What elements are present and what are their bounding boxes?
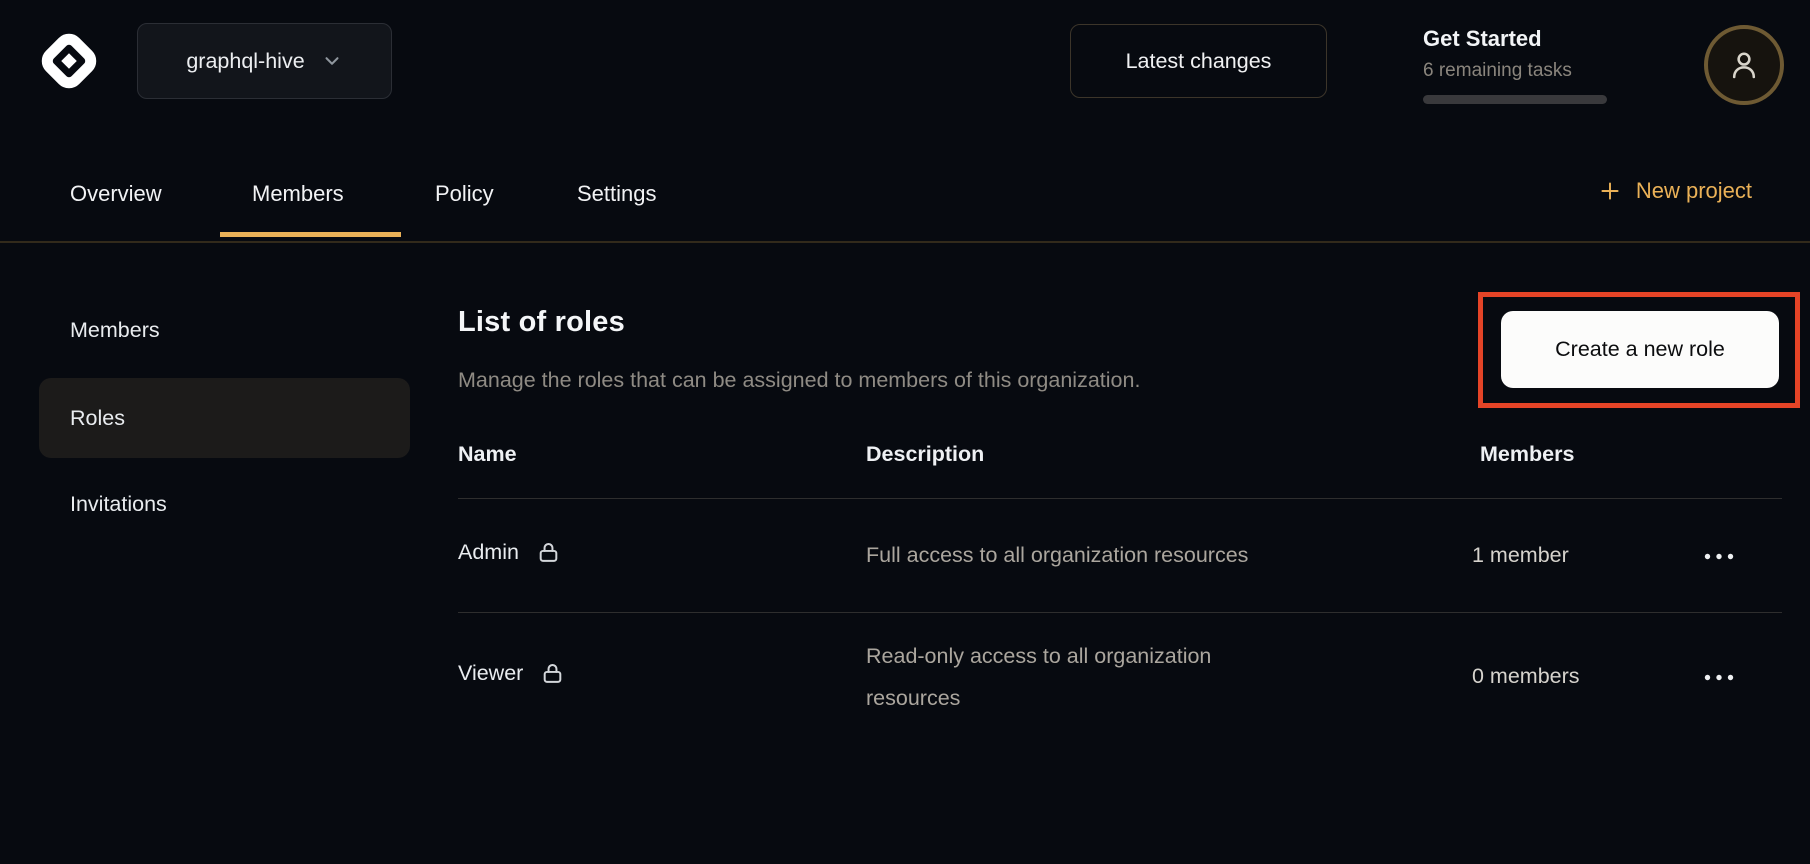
page-title: List of roles <box>458 306 625 339</box>
latest-changes-button[interactable]: Latest changes <box>1070 24 1327 98</box>
row-menu-button[interactable] <box>1700 662 1738 692</box>
ellipsis-icon <box>1703 673 1735 682</box>
get-started-progress-bar <box>1423 95 1607 104</box>
user-icon <box>1725 46 1763 84</box>
page-description: Manage the roles that can be assigned to… <box>458 368 1140 393</box>
tab-members[interactable]: Members <box>252 181 344 207</box>
get-started-title: Get Started <box>1423 26 1623 52</box>
lock-icon <box>536 540 561 565</box>
new-project-label: New project <box>1636 178 1752 204</box>
column-header-name: Name <box>458 442 517 467</box>
lock-icon <box>540 661 565 686</box>
table-row-role-name: Viewer <box>458 661 565 686</box>
tab-settings[interactable]: Settings <box>577 181 657 207</box>
sidebar-item-roles[interactable]: Roles <box>39 378 410 458</box>
role-description: Full access to all organization resource… <box>866 543 1248 568</box>
role-description: Read-only access to all organization res… <box>866 635 1266 719</box>
role-name-label: Admin <box>458 540 519 565</box>
table-row-role-name: Admin <box>458 540 561 565</box>
org-switcher-label: graphql-hive <box>186 49 304 74</box>
ellipsis-icon <box>1703 552 1735 561</box>
create-role-button[interactable]: Create a new role <box>1501 311 1779 388</box>
column-header-members: Members <box>1480 442 1574 467</box>
app-root: graphql-hive Latest changes Get Started … <box>0 0 1810 864</box>
row-menu-button[interactable] <box>1700 541 1738 571</box>
active-tab-indicator <box>220 232 401 237</box>
column-header-description: Description <box>866 442 984 467</box>
tab-overview[interactable]: Overview <box>70 181 162 207</box>
avatar[interactable] <box>1704 25 1784 105</box>
sidebar-item-members[interactable]: Members <box>39 298 410 362</box>
tab-policy[interactable]: Policy <box>435 181 494 207</box>
table-divider <box>458 498 1782 499</box>
role-name-label: Viewer <box>458 661 523 686</box>
hive-logo-icon <box>35 27 103 95</box>
sidebar-item-invitations[interactable]: Invitations <box>39 472 410 536</box>
org-switcher[interactable]: graphql-hive <box>137 23 392 99</box>
get-started-subtitle: 6 remaining tasks <box>1423 60 1623 82</box>
plus-icon <box>1597 178 1623 204</box>
new-project-button[interactable]: New project <box>1597 178 1752 204</box>
role-members-count: 0 members <box>1472 664 1580 689</box>
latest-changes-label: Latest changes <box>1126 49 1272 74</box>
chevron-down-icon <box>321 50 343 72</box>
get-started-widget[interactable]: Get Started 6 remaining tasks <box>1423 26 1623 104</box>
table-divider <box>458 612 1782 613</box>
role-members-count: 1 member <box>1472 543 1569 568</box>
tabs-divider <box>0 241 1810 243</box>
